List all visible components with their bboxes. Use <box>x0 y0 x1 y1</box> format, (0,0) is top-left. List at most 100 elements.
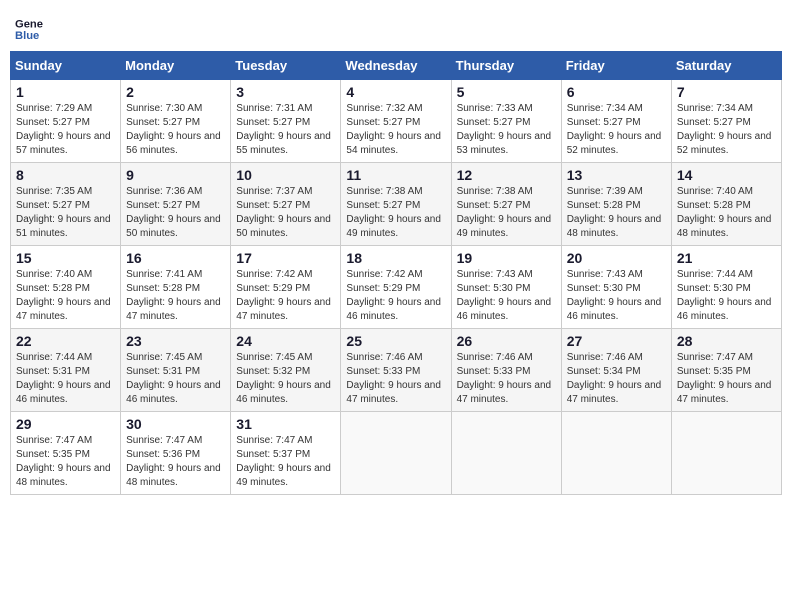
daylight-label: Daylight: 9 hours and 52 minutes. <box>567 131 662 156</box>
calendar-header-row: SundayMondayTuesdayWednesdayThursdayFrid… <box>11 52 782 80</box>
calendar-cell: 12 Sunrise: 7:38 AM Sunset: 5:27 PM Dayl… <box>451 163 561 246</box>
daylight-label: Daylight: 9 hours and 46 minutes. <box>346 297 441 322</box>
daylight-label: Daylight: 9 hours and 49 minutes. <box>346 214 441 239</box>
day-number: 10 <box>236 167 335 183</box>
sunrise-label: Sunrise: 7:34 AM <box>567 103 643 114</box>
day-number: 17 <box>236 250 335 266</box>
calendar-cell <box>671 412 781 495</box>
daylight-label: Daylight: 9 hours and 47 minutes. <box>567 380 662 405</box>
day-number: 30 <box>126 416 225 432</box>
daylight-label: Daylight: 9 hours and 46 minutes. <box>677 297 772 322</box>
day-info: Sunrise: 7:47 AM Sunset: 5:36 PM Dayligh… <box>126 434 225 490</box>
sunset-label: Sunset: 5:28 PM <box>567 200 641 211</box>
day-number: 23 <box>126 333 225 349</box>
calendar-week-row: 15 Sunrise: 7:40 AM Sunset: 5:28 PM Dayl… <box>11 246 782 329</box>
day-info: Sunrise: 7:44 AM Sunset: 5:30 PM Dayligh… <box>677 268 776 324</box>
sunset-label: Sunset: 5:27 PM <box>236 117 310 128</box>
day-number: 25 <box>346 333 445 349</box>
sunrise-label: Sunrise: 7:40 AM <box>16 269 92 280</box>
weekday-header-monday: Monday <box>121 52 231 80</box>
day-info: Sunrise: 7:29 AM Sunset: 5:27 PM Dayligh… <box>16 102 115 158</box>
sunrise-label: Sunrise: 7:39 AM <box>567 186 643 197</box>
day-info: Sunrise: 7:40 AM Sunset: 5:28 PM Dayligh… <box>16 268 115 324</box>
day-info: Sunrise: 7:44 AM Sunset: 5:31 PM Dayligh… <box>16 351 115 407</box>
day-info: Sunrise: 7:42 AM Sunset: 5:29 PM Dayligh… <box>346 268 445 324</box>
sunset-label: Sunset: 5:28 PM <box>677 200 751 211</box>
day-info: Sunrise: 7:37 AM Sunset: 5:27 PM Dayligh… <box>236 185 335 241</box>
sunrise-label: Sunrise: 7:42 AM <box>346 269 422 280</box>
sunset-label: Sunset: 5:30 PM <box>457 283 531 294</box>
day-info: Sunrise: 7:41 AM Sunset: 5:28 PM Dayligh… <box>126 268 225 324</box>
svg-text:General: General <box>15 19 43 31</box>
sunset-label: Sunset: 5:27 PM <box>16 117 90 128</box>
day-number: 26 <box>457 333 556 349</box>
day-info: Sunrise: 7:47 AM Sunset: 5:37 PM Dayligh… <box>236 434 335 490</box>
sunrise-label: Sunrise: 7:35 AM <box>16 186 92 197</box>
day-info: Sunrise: 7:43 AM Sunset: 5:30 PM Dayligh… <box>457 268 556 324</box>
sunrise-label: Sunrise: 7:40 AM <box>677 186 753 197</box>
calendar-cell: 13 Sunrise: 7:39 AM Sunset: 5:28 PM Dayl… <box>561 163 671 246</box>
calendar-cell: 4 Sunrise: 7:32 AM Sunset: 5:27 PM Dayli… <box>341 80 451 163</box>
calendar-cell: 23 Sunrise: 7:45 AM Sunset: 5:31 PM Dayl… <box>121 329 231 412</box>
sunset-label: Sunset: 5:32 PM <box>236 366 310 377</box>
calendar-cell: 29 Sunrise: 7:47 AM Sunset: 5:35 PM Dayl… <box>11 412 121 495</box>
calendar-cell: 14 Sunrise: 7:40 AM Sunset: 5:28 PM Dayl… <box>671 163 781 246</box>
sunrise-label: Sunrise: 7:31 AM <box>236 103 312 114</box>
calendar-cell: 10 Sunrise: 7:37 AM Sunset: 5:27 PM Dayl… <box>231 163 341 246</box>
daylight-label: Daylight: 9 hours and 47 minutes. <box>677 380 772 405</box>
calendar-cell: 24 Sunrise: 7:45 AM Sunset: 5:32 PM Dayl… <box>231 329 341 412</box>
daylight-label: Daylight: 9 hours and 49 minutes. <box>236 463 331 488</box>
calendar-cell: 20 Sunrise: 7:43 AM Sunset: 5:30 PM Dayl… <box>561 246 671 329</box>
calendar-cell: 16 Sunrise: 7:41 AM Sunset: 5:28 PM Dayl… <box>121 246 231 329</box>
calendar-cell: 5 Sunrise: 7:33 AM Sunset: 5:27 PM Dayli… <box>451 80 561 163</box>
daylight-label: Daylight: 9 hours and 46 minutes. <box>567 297 662 322</box>
calendar-cell: 31 Sunrise: 7:47 AM Sunset: 5:37 PM Dayl… <box>231 412 341 495</box>
calendar-body: 1 Sunrise: 7:29 AM Sunset: 5:27 PM Dayli… <box>11 80 782 495</box>
sunset-label: Sunset: 5:27 PM <box>457 200 531 211</box>
calendar-cell: 15 Sunrise: 7:40 AM Sunset: 5:28 PM Dayl… <box>11 246 121 329</box>
day-number: 4 <box>346 84 445 100</box>
svg-text:Blue: Blue <box>15 30 39 42</box>
calendar-week-row: 1 Sunrise: 7:29 AM Sunset: 5:27 PM Dayli… <box>11 80 782 163</box>
day-info: Sunrise: 7:39 AM Sunset: 5:28 PM Dayligh… <box>567 185 666 241</box>
calendar-cell: 22 Sunrise: 7:44 AM Sunset: 5:31 PM Dayl… <box>11 329 121 412</box>
sunset-label: Sunset: 5:33 PM <box>457 366 531 377</box>
daylight-label: Daylight: 9 hours and 56 minutes. <box>126 131 221 156</box>
calendar-cell: 6 Sunrise: 7:34 AM Sunset: 5:27 PM Dayli… <box>561 80 671 163</box>
calendar-cell: 25 Sunrise: 7:46 AM Sunset: 5:33 PM Dayl… <box>341 329 451 412</box>
sunrise-label: Sunrise: 7:45 AM <box>236 352 312 363</box>
logo-icon: General Blue <box>15 15 43 43</box>
sunset-label: Sunset: 5:30 PM <box>567 283 641 294</box>
day-info: Sunrise: 7:35 AM Sunset: 5:27 PM Dayligh… <box>16 185 115 241</box>
calendar-cell: 11 Sunrise: 7:38 AM Sunset: 5:27 PM Dayl… <box>341 163 451 246</box>
sunset-label: Sunset: 5:29 PM <box>346 283 420 294</box>
daylight-label: Daylight: 9 hours and 47 minutes. <box>457 380 552 405</box>
day-info: Sunrise: 7:40 AM Sunset: 5:28 PM Dayligh… <box>677 185 776 241</box>
daylight-label: Daylight: 9 hours and 47 minutes. <box>16 297 111 322</box>
daylight-label: Daylight: 9 hours and 46 minutes. <box>16 380 111 405</box>
sunset-label: Sunset: 5:30 PM <box>677 283 751 294</box>
daylight-label: Daylight: 9 hours and 46 minutes. <box>236 380 331 405</box>
sunset-label: Sunset: 5:27 PM <box>236 200 310 211</box>
sunrise-label: Sunrise: 7:47 AM <box>677 352 753 363</box>
day-info: Sunrise: 7:46 AM Sunset: 5:33 PM Dayligh… <box>457 351 556 407</box>
sunrise-label: Sunrise: 7:33 AM <box>457 103 533 114</box>
day-number: 27 <box>567 333 666 349</box>
sunset-label: Sunset: 5:36 PM <box>126 449 200 460</box>
sunset-label: Sunset: 5:27 PM <box>126 200 200 211</box>
sunrise-label: Sunrise: 7:45 AM <box>126 352 202 363</box>
day-info: Sunrise: 7:32 AM Sunset: 5:27 PM Dayligh… <box>346 102 445 158</box>
sunrise-label: Sunrise: 7:47 AM <box>16 435 92 446</box>
day-info: Sunrise: 7:38 AM Sunset: 5:27 PM Dayligh… <box>346 185 445 241</box>
calendar-cell: 19 Sunrise: 7:43 AM Sunset: 5:30 PM Dayl… <box>451 246 561 329</box>
page-header: General Blue <box>10 10 782 43</box>
weekday-header-sunday: Sunday <box>11 52 121 80</box>
sunrise-label: Sunrise: 7:47 AM <box>236 435 312 446</box>
sunrise-label: Sunrise: 7:47 AM <box>126 435 202 446</box>
daylight-label: Daylight: 9 hours and 50 minutes. <box>236 214 331 239</box>
day-number: 12 <box>457 167 556 183</box>
sunset-label: Sunset: 5:29 PM <box>236 283 310 294</box>
sunrise-label: Sunrise: 7:41 AM <box>126 269 202 280</box>
daylight-label: Daylight: 9 hours and 48 minutes. <box>16 463 111 488</box>
calendar-week-row: 8 Sunrise: 7:35 AM Sunset: 5:27 PM Dayli… <box>11 163 782 246</box>
